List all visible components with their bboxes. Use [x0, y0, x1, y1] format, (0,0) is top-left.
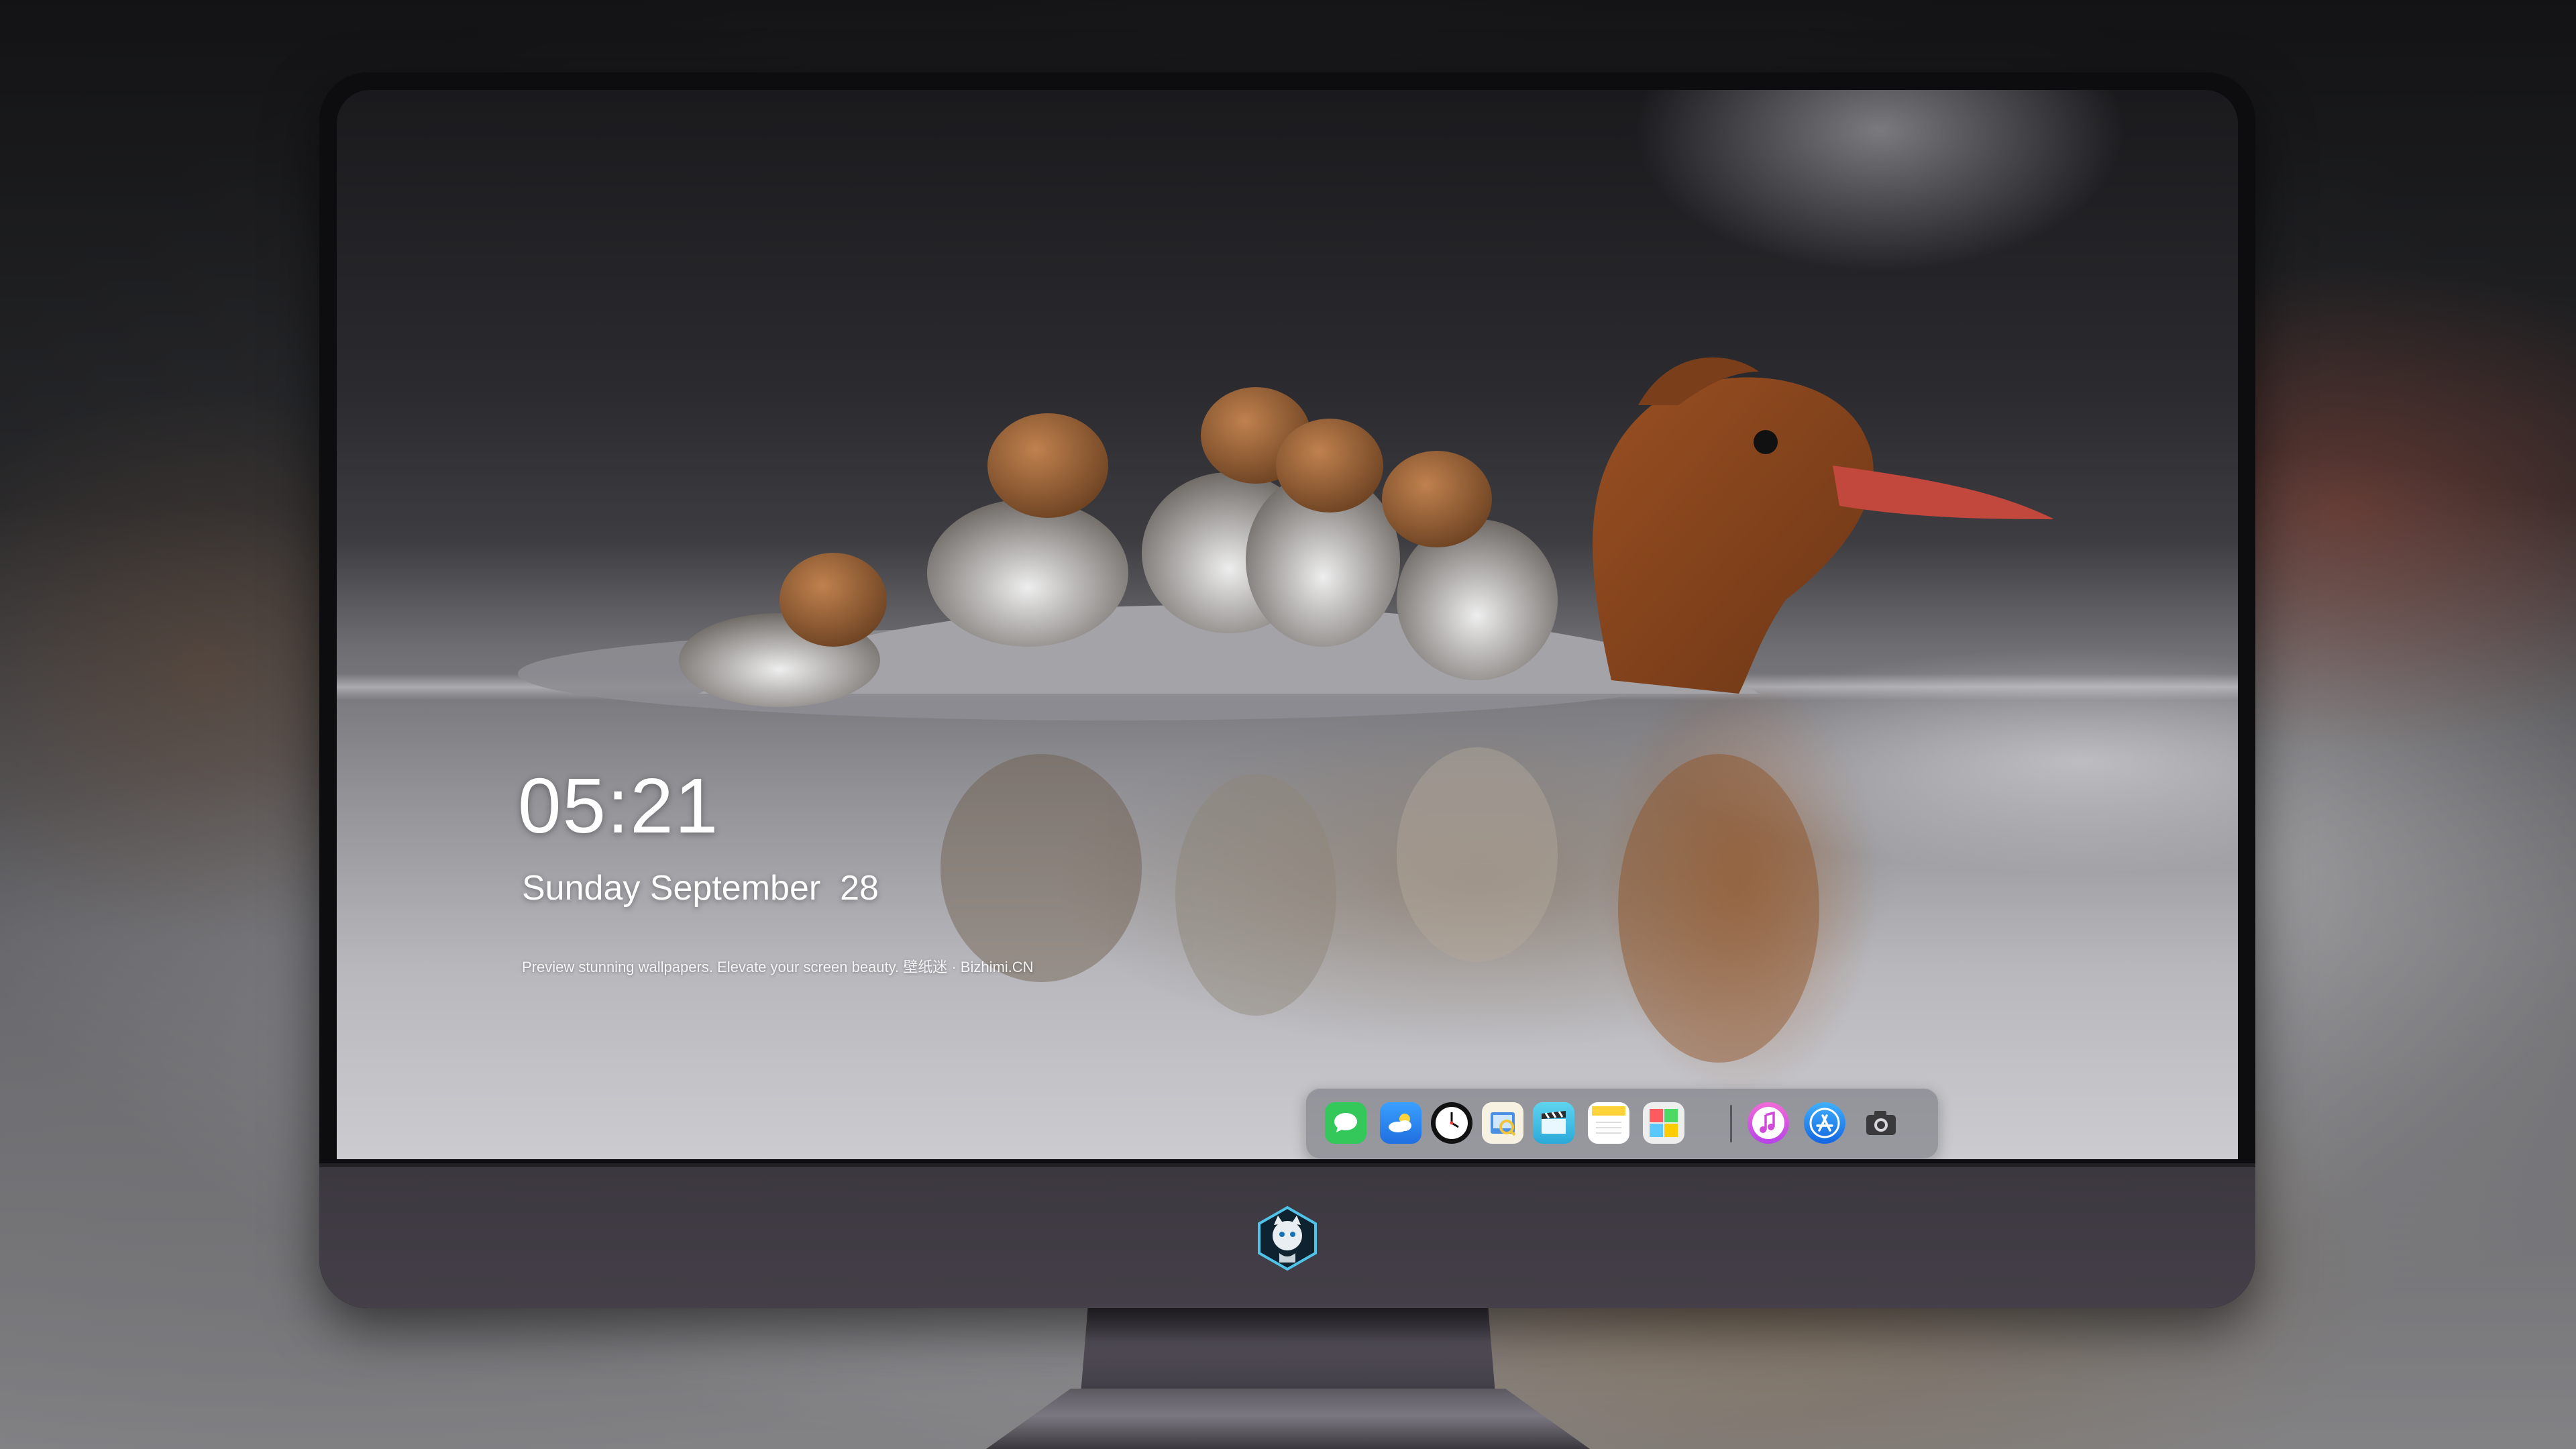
- preview-icon: [1491, 1112, 1516, 1136]
- dock-item-notes[interactable]: [1588, 1102, 1629, 1144]
- dock-item-weather[interactable]: [1380, 1102, 1421, 1144]
- dock-item-app-store[interactable]: [1804, 1102, 1845, 1144]
- dock-item-photo-booth[interactable]: [1643, 1102, 1684, 1144]
- dock-item-clips[interactable]: [1533, 1102, 1574, 1144]
- dock-item-preview[interactable]: [1482, 1102, 1523, 1144]
- dock-item-messages[interactable]: [1325, 1102, 1366, 1144]
- app-store-icon: [1809, 1108, 1840, 1138]
- clapperboard-icon: [1542, 1111, 1566, 1134]
- lockscreen-clock: 05:21: [518, 762, 720, 849]
- clock-icon: [1436, 1107, 1468, 1139]
- dock-item-clock[interactable]: [1431, 1102, 1472, 1144]
- messages-icon: [1334, 1113, 1357, 1132]
- photo-booth-icon: [1650, 1109, 1678, 1137]
- screen: 05:21 Sunday September 28 Preview stunni…: [337, 90, 2238, 1159]
- wallpaper-tagline: Preview stunning wallpapers. Elevate you…: [522, 959, 1034, 975]
- weather-icon: [1389, 1114, 1411, 1132]
- dock: [1305, 1088, 1939, 1159]
- camera-icon: [1866, 1111, 1896, 1135]
- dock-separator: [1730, 1105, 1732, 1142]
- monitor-stand-neck: [1080, 1301, 1496, 1402]
- dock-item-camera[interactable]: [1860, 1102, 1902, 1144]
- monitor-chin: [319, 1163, 2255, 1308]
- monitor-stand-base: [986, 1389, 1590, 1449]
- lockscreen-date: Sunday September 28: [522, 869, 879, 908]
- monitor-frame: 05:21 Sunday September 28 Preview stunni…: [319, 72, 2255, 1308]
- mascot-logo-icon: [1258, 1205, 1317, 1271]
- notes-icon: [1592, 1106, 1625, 1134]
- music-note-icon: [1752, 1107, 1784, 1139]
- dock-item-itunes[interactable]: [1748, 1102, 1789, 1144]
- wallpaper-image: [518, 357, 2054, 1063]
